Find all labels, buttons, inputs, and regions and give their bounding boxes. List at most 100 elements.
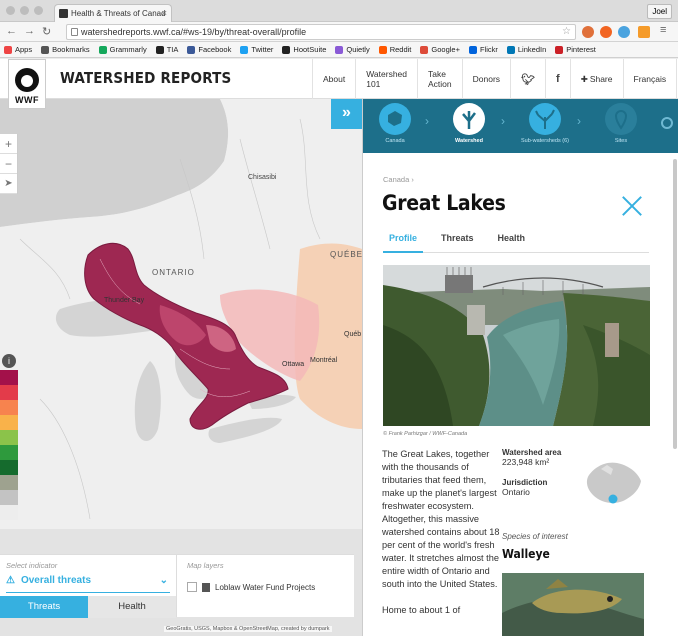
reload-icon[interactable]: ↻ (42, 25, 51, 38)
window-controls[interactable] (6, 6, 43, 15)
bookmark-item[interactable]: Flickr (468, 45, 498, 54)
step-sub-watersheds[interactable]: Sub-watersheds (6) (515, 103, 575, 144)
back-icon[interactable]: ← (6, 25, 17, 37)
bookmark-icon (187, 45, 196, 54)
site-title[interactable]: WATERSHED REPORTS (60, 69, 231, 87)
step-arrow-icon: › (425, 114, 429, 128)
bookmark-label: LinkedIn (517, 45, 547, 54)
tab-health[interactable]: Health (492, 231, 532, 253)
bookmark-icon (282, 45, 291, 54)
bookmark-item[interactable]: Reddit (378, 45, 411, 54)
step-canada[interactable]: Canada (365, 103, 425, 144)
expand-panel-button[interactable]: » (331, 99, 362, 129)
bookmark-item[interactable]: Quietly (335, 45, 370, 54)
step-watershed[interactable]: Watershed (439, 103, 499, 144)
bookmark-icon (378, 45, 387, 54)
twitter-icon[interactable]: 🐦︎ (510, 59, 545, 99)
user-profile-button[interactable]: Joel (647, 4, 672, 19)
browser-tab[interactable]: Health & Threats of Canad × (54, 4, 172, 22)
warning-icon: ⚠ (6, 575, 15, 586)
bookmark-icon (468, 45, 477, 54)
close-tab-icon[interactable]: × (162, 8, 167, 18)
layer-checkbox[interactable] (187, 582, 197, 592)
close-icon[interactable] (621, 195, 643, 217)
bookmark-item[interactable]: TIA (155, 45, 179, 54)
bookmark-item[interactable]: Facebook (187, 45, 231, 54)
map-label-ontario: ONTARIO (152, 268, 195, 277)
zoom-controls: + − ➤ (0, 134, 18, 194)
species-label: Species of interest (502, 532, 568, 541)
species-name: Walleye (502, 547, 550, 561)
menu-icon[interactable]: ≡ (660, 24, 666, 36)
info-icon[interactable]: i (2, 354, 16, 368)
profile-tabs: Profile Threats Health (383, 231, 649, 253)
nav-watershed-101[interactable]: Watershed 101 (355, 59, 417, 99)
breadcrumb[interactable]: Canada › (383, 175, 414, 184)
bookmark-item[interactable]: Google+ (420, 45, 460, 54)
layer-item[interactable]: Loblaw Water Fund Projects (187, 582, 315, 592)
location-pin-icon (614, 110, 628, 130)
nav-about[interactable]: About (312, 59, 355, 99)
layer-item-label: Loblaw Water Fund Projects (215, 582, 316, 592)
zoom-out-button[interactable]: − (0, 154, 17, 174)
bookmark-icon (555, 45, 564, 54)
nav-donors[interactable]: Donors (461, 59, 510, 99)
scrollbar[interactable] (673, 159, 677, 449)
locate-icon[interactable]: ➤ (0, 174, 17, 194)
extension-icon[interactable] (600, 26, 612, 38)
page-icon (71, 28, 78, 36)
nav-take-action[interactable]: Take Action (417, 59, 462, 99)
forward-icon[interactable]: → (24, 25, 35, 37)
indicator-select[interactable]: ⚠ Overall threats ⌄ (6, 575, 170, 593)
url-input[interactable]: watershedreports.wwf.ca/#ws-19/by/threat… (66, 24, 576, 40)
bookmark-label: Grammarly (109, 45, 147, 54)
extension-icon[interactable] (618, 26, 630, 38)
tab-threats[interactable]: Threats (0, 596, 88, 618)
step-arrow-icon: › (577, 114, 581, 128)
map-legend: i (0, 352, 18, 520)
bookmark-label: TIA (166, 45, 179, 54)
bookmark-star-icon[interactable]: ☆ (562, 26, 571, 37)
chevron-down-icon: ⌄ (159, 575, 168, 586)
bookmark-label: Flickr (479, 45, 498, 54)
bookmark-item[interactable]: Bookmarks (41, 45, 90, 54)
indicator-panel: Select indicator ⚠ Overall threats ⌄ Thre… (0, 554, 176, 618)
map-label-quebec: QUÉBEC (330, 250, 362, 259)
tab-threats[interactable]: Threats (435, 231, 480, 253)
bookmark-item[interactable]: Pinterest (555, 45, 596, 54)
bookmark-label: HootSuite (293, 45, 327, 54)
bookmark-icon (335, 45, 344, 54)
layer-marker-icon (202, 582, 210, 592)
address-bar-row: ← → ↻ watershedreports.wwf.ca/#ws-19/by/… (0, 22, 678, 42)
step-arrow-icon: › (501, 114, 505, 128)
bookmark-icon (506, 45, 515, 54)
bookmark-label: Twitter (251, 45, 274, 54)
legend-swatch (0, 505, 18, 520)
bookmark-item[interactable]: Twitter (240, 45, 273, 54)
search-icon[interactable] (661, 117, 673, 129)
bookmark-item[interactable]: HootSuite (282, 45, 326, 54)
bookmark-item[interactable]: LinkedIn (506, 45, 547, 54)
favicon-icon (59, 9, 68, 18)
facebook-icon[interactable]: f (545, 59, 570, 99)
bookmark-icon (240, 45, 249, 54)
tab-profile[interactable]: Profile (383, 231, 424, 253)
bookmark-label: Apps (15, 45, 33, 54)
map-label-ottawa: Ottawa (282, 361, 305, 368)
wwf-logo[interactable]: WWF (8, 59, 46, 109)
extension-icon[interactable] (582, 26, 594, 38)
map-attribution[interactable]: GeoGratis, USGS, Mapbox & OpenStreetMap,… (164, 626, 332, 632)
indicator-value: Overall threats (20, 575, 92, 586)
indicator-label: Select indicator (6, 561, 58, 570)
language-toggle[interactable]: Français (622, 59, 677, 99)
bookmark-label: Google+ (431, 45, 460, 54)
share-button[interactable]: ✚ Share (569, 59, 623, 99)
watershed-photo (383, 265, 650, 426)
bookmark-item[interactable]: Grammarly (98, 45, 147, 54)
tab-health[interactable]: Health (88, 596, 176, 618)
step-sites[interactable]: Sites (591, 103, 651, 144)
bookmark-item[interactable]: Apps (4, 45, 32, 54)
indicator-tabs: Threats Health (0, 596, 176, 618)
zoom-in-button[interactable]: + (0, 134, 17, 154)
extension-icon[interactable] (638, 26, 650, 38)
